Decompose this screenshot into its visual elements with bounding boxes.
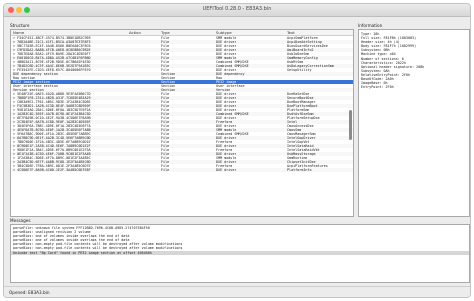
tree-row[interactable]: > 4C5D6E7F-8A9B-4C0D-1E2F-3A4B5C6D7E8F Fi… [11,168,353,172]
row-type: File [161,168,170,172]
column-header-subtype[interactable]: Subtype [216,30,232,35]
structure-tree[interactable]: Name Action Type Subtype Text > F34CF451… [10,29,354,217]
column-header-text[interactable]: Text [287,30,295,35]
row-text: PlatformInfo [287,168,312,172]
structure-rows: > F34CF451-4BCF-4574-B574-3B8E1DB2C9E6 Fi… [11,36,353,172]
column-header-action[interactable]: Action [129,30,141,35]
status-bar: Opened: E83A3.bin [4,286,470,297]
column-header-type[interactable]: Type [161,30,170,35]
messages-pane-title: Messages [10,218,31,223]
title-bar[interactable]: UEFITool 0.28.0 - E83A3.bin [4,4,470,17]
column-header-name[interactable]: Name [13,30,24,35]
message-item[interactable]: Unicode text "Bp Card" found in PE32 ima… [11,250,469,255]
messages-list[interactable]: parseFile: unknown file system FFF12B8D-… [10,224,470,283]
structure-pane-title: Structure [10,23,30,28]
app-window: UEFITool 0.28.0 - E83A3.bin Structure In… [3,3,471,298]
structure-scrollbar[interactable] [349,110,352,140]
window-title: UEFITool 0.28.0 - E83A3.bin [202,6,272,12]
info-line: EntryPoint: 2F0h [361,85,394,90]
information-pane-title: Information [358,23,383,28]
row-name: > 4C5D6E7F-8A9B-4C0D-1E2F-3A4B5C6D7E8F [13,168,91,172]
status-text: Opened: E83A3.bin [9,290,50,295]
row-subtype: DXE driver [216,168,237,172]
information-panel: Type: 10h Full size: F81FBh (1003003) Head… [358,29,470,217]
